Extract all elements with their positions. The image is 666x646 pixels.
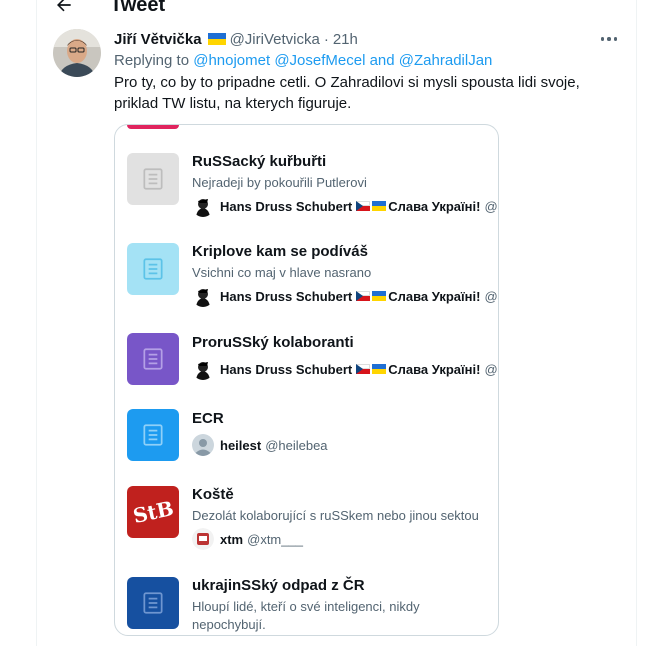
- owner-name: Hans Druss Schubert: [220, 288, 353, 304]
- list-title: ProruSSký kolaboranti: [192, 334, 354, 351]
- list-title: RuSSacký kuřbuřti: [192, 153, 327, 170]
- list-title: ukrajinSSký odpad z ČR: [192, 577, 365, 594]
- author-handle[interactable]: @JiriVetvicka: [230, 31, 320, 48]
- stb-logo: StB: [130, 496, 176, 528]
- list-icon: [143, 168, 163, 190]
- list-thumbnail: [127, 577, 179, 629]
- ukraine-flag-icon: [372, 291, 387, 301]
- list-owner: heilest @heilebea: [192, 434, 328, 456]
- owner-avatar: [192, 434, 214, 456]
- owner-name: Hans Druss Schubert: [220, 361, 353, 377]
- list-thumbnail: [127, 409, 179, 461]
- tweet-header: Jiří Větvička @JiriVetvicka · 21h: [114, 29, 358, 49]
- list-thumbnail: StB: [127, 486, 179, 538]
- owner-avatar: [192, 285, 214, 307]
- owner-avatar: [192, 358, 214, 380]
- reply-handle-zahradiljan[interactable]: @ZahradilJan: [399, 52, 493, 69]
- reply-handle-hnojomet[interactable]: @hnojomet: [193, 52, 270, 69]
- reply-and[interactable]: and: [370, 52, 395, 69]
- list-thumbnail: [127, 333, 179, 385]
- czech-flag-icon: [356, 364, 371, 374]
- arrow-left-icon: [57, 0, 71, 12]
- author-avatar[interactable]: [53, 29, 101, 77]
- separator-dot: ·: [323, 30, 329, 48]
- owner-handle: @J...: [484, 198, 498, 214]
- list-thumbnail: [127, 153, 179, 205]
- owner-suffix: Слава Україні!: [388, 361, 481, 377]
- owner-handle: @xtm___: [247, 531, 303, 547]
- more-dot: [607, 37, 611, 41]
- list-icon: [143, 258, 163, 280]
- more-dot: [613, 37, 618, 41]
- more-dot: [600, 37, 605, 41]
- owner-suffix: Слава Україні!: [388, 288, 481, 304]
- tweet-image[interactable]: RuSSacký kuřbuřti Nejradeji by pokouřili…: [114, 124, 499, 636]
- ukraine-flag-icon: [372, 364, 387, 374]
- list-thumbnail-partial: [127, 125, 179, 129]
- ukraine-flag-icon: [372, 201, 387, 211]
- replying-to: Replying to @hnojomet @JosefMecel and @Z…: [114, 52, 492, 69]
- list-title: Kriplove kam se podíváš: [192, 243, 368, 260]
- header-bar: Tweet: [37, 0, 636, 22]
- ukraine-flag-icon: [207, 33, 226, 45]
- list-title: ECR: [192, 410, 224, 427]
- list-description: Vsichni co maj v hlave nasrano: [192, 265, 372, 280]
- list-icon: [143, 592, 163, 614]
- tweet-time[interactable]: 21h: [333, 31, 358, 48]
- back-button[interactable]: [49, 0, 79, 20]
- owner-handle: @J...: [484, 288, 498, 304]
- owner-handle: @J...: [484, 361, 498, 377]
- list-icon: [143, 348, 163, 370]
- list-owner: Hans Druss Schubert Слава Україні! @J...: [192, 285, 498, 307]
- owner-avatar: [192, 195, 214, 217]
- reply-handle-josefmecel[interactable]: @JosefMecel: [274, 52, 365, 69]
- list-description: Nejradeji by pokouřili Putlerovi: [192, 175, 367, 190]
- reply-prefix: Replying to: [114, 52, 190, 69]
- owner-name: xtm: [220, 531, 244, 547]
- list-title: Koště: [192, 486, 234, 503]
- more-options-button[interactable]: [598, 29, 620, 49]
- list-description: Dezolát kolaborující s ruSSkem nebo jino…: [192, 508, 479, 523]
- list-thumbnail: [127, 243, 179, 295]
- list-icon: [143, 424, 163, 446]
- author-name[interactable]: Jiří Větvička: [114, 31, 202, 48]
- czech-flag-icon: [356, 291, 371, 301]
- owner-handle: @heilebea: [265, 437, 328, 453]
- list-description: Hloupí lidé, kteří o své inteligenci, ni…: [192, 599, 420, 632]
- tweet-column: Tweet Jiří Větvička @JiriVetvicka · 21h …: [36, 0, 637, 646]
- owner-name: heilest: [220, 437, 262, 453]
- tweet-text: Pro ty, co by to pripadne cetli. O Zahra…: [114, 74, 580, 112]
- list-owner: Hans Druss Schubert Слава Україні! @J...: [192, 358, 498, 380]
- czech-flag-icon: [356, 201, 371, 211]
- page-title: Tweet: [110, 0, 166, 16]
- owner-name: Hans Druss Schubert: [220, 198, 353, 214]
- owner-suffix: Слава Україні!: [388, 198, 481, 214]
- owner-avatar: [192, 528, 214, 550]
- list-owner: xtm @xtm___: [192, 528, 303, 550]
- list-owner: Hans Druss Schubert Слава Україні! @J...: [192, 195, 498, 217]
